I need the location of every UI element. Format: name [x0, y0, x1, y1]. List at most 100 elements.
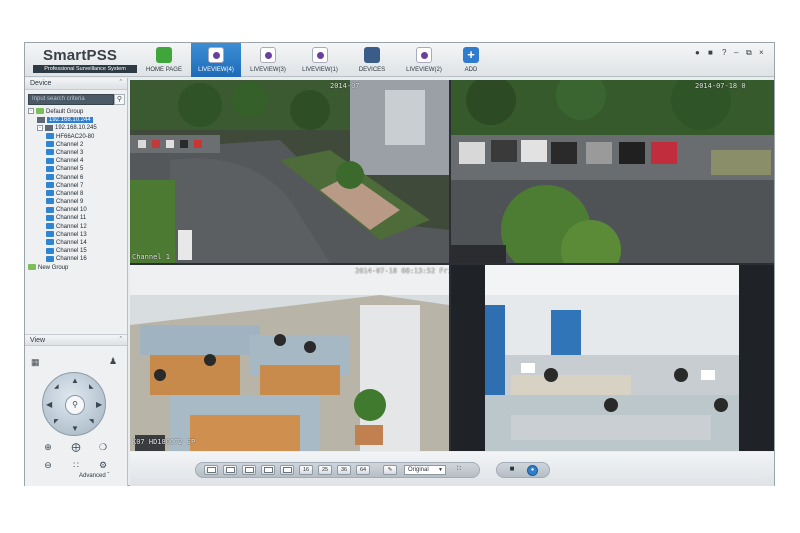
layout-4-icon[interactable]	[223, 465, 237, 475]
tab-liveview-3[interactable]: LIVEVIEW(3)	[243, 43, 293, 77]
search-icon[interactable]: ⚲	[114, 94, 125, 105]
camera-icon	[46, 239, 54, 246]
tab-liveview-1[interactable]: LIVEVIEW(1)	[295, 43, 345, 77]
layout-1-icon[interactable]	[204, 465, 218, 475]
tree-item-camera[interactable]: Channel 16	[28, 255, 126, 263]
chevron-up-icon[interactable]: ˆ	[120, 78, 122, 90]
video-cell-3[interactable]: 2014-07-18 08:13:52 Fri K07 HD180C72 EP	[130, 265, 449, 451]
layout-button-16[interactable]: 16	[299, 465, 313, 475]
video-cell-4[interactable]	[451, 265, 774, 451]
add-icon: +	[463, 47, 479, 63]
tree-item-device[interactable]: - 192.168.10.245	[28, 124, 126, 132]
video-cell-1[interactable]: 2014-07 Channel 1	[130, 80, 449, 263]
ptz-downright-arrow[interactable]: ◥	[89, 418, 94, 425]
ptz-downleft-arrow[interactable]: ◤	[54, 418, 59, 425]
zoom-in-icon[interactable]: ⊕	[42, 441, 54, 453]
edit-icon[interactable]: ✎	[383, 465, 397, 475]
tree-item-camera[interactable]: Channel 10	[28, 206, 126, 214]
lock-icon[interactable]: ■	[708, 48, 713, 57]
tree-item-camera[interactable]: Channel 2	[28, 141, 126, 149]
ptz-upleft-arrow[interactable]: ◢	[54, 383, 59, 390]
camera-icon	[46, 149, 54, 156]
save-icon[interactable]: ■	[505, 465, 519, 475]
layout-grid-glyph-icon	[244, 467, 254, 473]
user-icon[interactable]: ●	[695, 48, 700, 57]
tree-item-camera[interactable]: Channel 9	[28, 198, 126, 206]
tree-item-label: Channel 4	[56, 158, 84, 165]
video-grid: 2014-07 Channel 1 2014-07-18 0 2014-07-1…	[130, 80, 774, 451]
iris-close-icon[interactable]: ⚙	[97, 459, 109, 471]
tree-item-camera[interactable]: Channel 4	[28, 157, 126, 165]
tab-home-page[interactable]: HOME PAGE	[139, 43, 189, 77]
focus-far-icon[interactable]: ∷	[70, 459, 82, 471]
stream-type-select[interactable]: Original ▼	[404, 465, 446, 475]
iris-open-icon[interactable]: ❍	[97, 441, 109, 453]
ptz-zoom-center-icon[interactable]: ⚲	[65, 395, 85, 415]
close-icon[interactable]: ×	[759, 48, 764, 57]
tree-item-camera[interactable]: Channel 6	[28, 173, 126, 182]
focus-near-icon[interactable]: ⨁	[70, 441, 82, 453]
tree-item-camera[interactable]: Channel 7	[28, 182, 126, 190]
camera-icon	[46, 165, 54, 172]
layout-toolbar-group: Original ▼ ✎ ⛶ 16 25 36 64	[195, 462, 480, 478]
ptz-left-arrow[interactable]: ◀	[46, 400, 52, 409]
camera-icon	[46, 214, 54, 221]
device-panel-header[interactable]: Device ˆ	[25, 78, 127, 90]
tab-add[interactable]: + ADD	[451, 43, 491, 77]
liveview-icon	[260, 47, 276, 63]
layout-8-icon[interactable]	[261, 465, 275, 475]
layout-grid-glyph-icon	[282, 467, 292, 473]
restore-icon[interactable]: ⧉	[746, 48, 752, 58]
tree-item-camera[interactable]: Channel 14	[28, 239, 126, 247]
person-icon[interactable]: ♟	[109, 356, 117, 367]
fullscreen-icon[interactable]: ⛶	[452, 465, 466, 475]
tree-item-camera[interactable]: Channel 5	[28, 165, 126, 173]
minimize-icon[interactable]: –	[734, 48, 738, 57]
layout-button-36[interactable]: 36	[337, 465, 351, 475]
tree-item-camera[interactable]: HF66AC20-80	[28, 132, 126, 141]
home-icon	[156, 47, 172, 63]
tree-item-label: Channel 7	[56, 182, 84, 189]
chevron-down-icon: ˇ	[107, 473, 110, 479]
chevron-up-icon[interactable]: ˆ	[120, 335, 122, 347]
help-icon[interactable]: ?	[722, 48, 726, 57]
tree-item-camera[interactable]: Channel 11	[28, 214, 126, 222]
tree-item-folder[interactable]: - Default Group	[28, 108, 126, 116]
tree-item-camera[interactable]: Channel 15	[28, 247, 126, 255]
tree-item-label: Channel 14	[56, 240, 87, 246]
bottom-toolbar: Original ▼ ✎ ⛶ 16 25 36 64 ■ ●	[130, 452, 774, 486]
ptz-up-arrow[interactable]: ▲	[71, 376, 79, 385]
tree-item-label: New Group	[38, 264, 69, 271]
layout-button-64[interactable]: 64	[356, 465, 370, 475]
tab-liveview-2[interactable]: LIVEVIEW(2)	[399, 43, 449, 77]
tree-toggle-icon[interactable]: -	[28, 108, 34, 115]
layout-button-25[interactable]: 25	[318, 465, 332, 475]
view-panel-header[interactable]: View ˆ	[25, 334, 127, 346]
liveview-icon	[208, 47, 224, 63]
ptz-down-arrow[interactable]: ▼	[71, 424, 79, 433]
tree-item-device[interactable]: 192.168.10.244	[28, 116, 126, 124]
ptz-upright-arrow[interactable]: ◣	[89, 383, 94, 390]
video-cell-2[interactable]: 2014-07-18 0	[451, 80, 774, 263]
tree-item-camera[interactable]: Channel 13	[28, 231, 126, 239]
device-search-input[interactable]: Input search criteria	[28, 94, 114, 105]
layout-grid-icon[interactable]: ▦	[31, 357, 40, 368]
tree-item-camera[interactable]: Channel 8	[28, 190, 126, 198]
advanced-toggle[interactable]: Advanced ˇ	[79, 473, 109, 479]
tree-item-camera[interactable]: Channel 3	[28, 149, 126, 157]
tab-liveview-4[interactable]: LIVEVIEW(4)	[191, 43, 241, 77]
smartpss-window: SmartPSS Professional Surveillance Syste…	[24, 42, 775, 486]
tab-devices[interactable]: DEVICES	[347, 43, 397, 77]
camera-icon	[46, 247, 54, 254]
camera-feed-1	[130, 80, 449, 263]
tree-item-camera[interactable]: Channel 12	[28, 223, 126, 231]
layout-9-icon[interactable]	[280, 465, 294, 475]
tree-item-folder[interactable]: New Group	[28, 263, 126, 272]
record-icon[interactable]: ●	[527, 465, 538, 476]
layout-6-icon[interactable]	[242, 465, 256, 475]
ptz-right-arrow[interactable]: ▶	[96, 400, 102, 409]
zoom-out-icon[interactable]: ⊖	[42, 459, 54, 471]
tree-toggle-icon[interactable]: -	[37, 124, 43, 131]
tree-item-label: Channel 15	[56, 248, 87, 255]
ptz-direction-pad[interactable]: ▲ ▼ ◀ ▶ ◢ ◣ ◤ ◥ ⚲	[42, 372, 106, 436]
